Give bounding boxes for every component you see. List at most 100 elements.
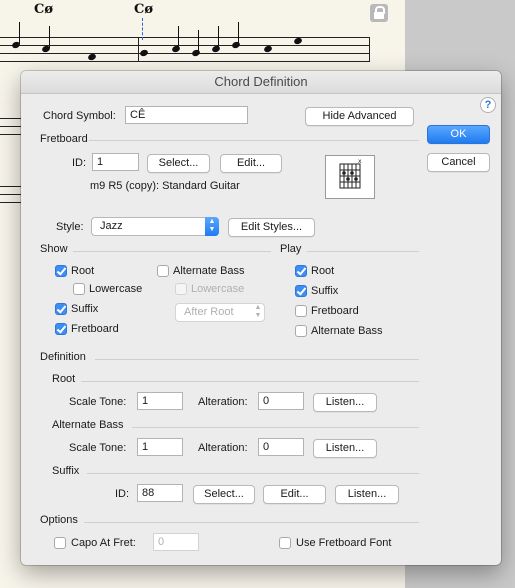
show-lowercase-checkbox[interactable] <box>73 283 85 295</box>
play-alternate-bass-checkbox[interactable] <box>295 325 307 337</box>
show-root-label: Root <box>71 265 95 277</box>
capo-at-fret-field[interactable]: 0 <box>153 533 199 551</box>
separator <box>84 522 419 523</box>
dialog-title: Chord Definition <box>21 71 501 94</box>
capo-at-fret-label: Capo At Fret: <box>71 537 136 549</box>
suffix-id-label: ID: <box>115 488 130 500</box>
root-scale-tone-field[interactable]: 1 <box>137 392 183 410</box>
lock-icon[interactable] <box>370 4 388 22</box>
show-fretboard-checkbox[interactable] <box>55 323 67 335</box>
score-chord-symbol[interactable]: Cø <box>134 2 153 17</box>
fretboard-edit-button[interactable]: Edit... <box>220 154 282 173</box>
svg-text:x: x <box>358 158 362 165</box>
definition-suffix-heading: Suffix <box>52 465 80 477</box>
staff-line <box>0 37 370 38</box>
show-root-checkbox[interactable] <box>55 265 67 277</box>
separator <box>73 251 271 252</box>
note[interactable] <box>263 44 273 54</box>
stem <box>19 22 20 44</box>
fretboard-heading: Fretboard <box>40 133 88 145</box>
show-heading: Show <box>40 243 68 255</box>
play-fretboard-checkbox[interactable] <box>295 305 307 317</box>
play-root-checkbox[interactable] <box>295 265 307 277</box>
capo-at-fret-checkbox[interactable] <box>54 537 66 549</box>
alternate-bass-scale-tone-label: Scale Tone: <box>69 442 127 454</box>
fretboard-diagram-icon: x <box>339 158 362 189</box>
style-popup[interactable]: Jazz ▲ ▼ <box>91 217 219 236</box>
chord-definition-dialog: Chord Definition ? Chord Symbol: CÊ Hide… <box>21 71 501 565</box>
root-scale-tone-label: Scale Tone: <box>69 396 127 408</box>
show-alt-lowercase-checkbox[interactable] <box>175 283 187 295</box>
alternate-bass-position-value: After Root <box>184 306 234 318</box>
play-alternate-bass-label: Alternate Bass <box>311 325 383 337</box>
definition-alternate-bass-heading: Alternate Bass <box>52 419 124 431</box>
play-suffix-checkbox[interactable] <box>295 285 307 297</box>
fretboard-id-label: ID: <box>72 157 87 169</box>
definition-root-heading: Root <box>52 373 76 385</box>
show-alternate-bass-checkbox[interactable] <box>157 265 169 277</box>
fretboard-id-field[interactable]: 1 <box>92 153 139 171</box>
staff-line <box>0 61 370 62</box>
barline <box>369 37 370 62</box>
stem <box>178 26 179 48</box>
staff-fragment <box>0 100 22 250</box>
staff-line <box>0 53 370 54</box>
suffix-edit-button[interactable]: Edit... <box>263 485 326 504</box>
chevron-updown-icon: ▲ ▼ <box>254 304 262 319</box>
separator <box>81 381 419 382</box>
alternate-bass-listen-button[interactable]: Listen... <box>313 439 377 458</box>
note[interactable] <box>211 44 221 54</box>
use-fretboard-font-label: Use Fretboard Font <box>296 537 392 549</box>
stem <box>49 26 50 48</box>
score-chord-symbol[interactable]: Cø <box>34 2 53 17</box>
barline <box>138 37 139 62</box>
help-icon[interactable]: ? <box>480 97 496 113</box>
note[interactable] <box>87 52 97 62</box>
edit-styles-button[interactable]: Edit Styles... <box>228 218 315 237</box>
use-fretboard-font-checkbox[interactable] <box>279 537 291 549</box>
separator <box>132 427 419 428</box>
show-alternate-bass-label: Alternate Bass <box>173 265 245 277</box>
show-fretboard-label: Fretboard <box>71 323 119 335</box>
show-suffix-label: Suffix <box>71 303 99 315</box>
chevron-updown-icon: ▲ ▼ <box>205 217 219 236</box>
alternate-bass-alteration-field[interactable]: 0 <box>258 438 304 456</box>
stem <box>238 22 239 44</box>
note[interactable] <box>171 44 181 54</box>
chord-symbol-field[interactable]: CÊ <box>125 106 248 124</box>
note[interactable] <box>139 48 149 58</box>
fretboard-diagram[interactable]: x <box>325 155 375 199</box>
fretboard-description: m9 R5 (copy): Standard Guitar <box>90 180 240 192</box>
chord-symbol-label: Chord Symbol: <box>43 110 116 122</box>
play-heading: Play <box>280 243 302 255</box>
show-suffix-checkbox[interactable] <box>55 303 67 315</box>
suffix-select-button[interactable]: Select... <box>193 485 255 504</box>
chord-attachment-line <box>142 18 143 40</box>
separator <box>87 473 419 474</box>
root-listen-button[interactable]: Listen... <box>313 393 377 412</box>
stem <box>218 26 219 48</box>
hide-advanced-button[interactable]: Hide Advanced <box>305 107 414 126</box>
separator <box>89 140 419 141</box>
play-suffix-label: Suffix <box>311 285 339 297</box>
suffix-listen-button[interactable]: Listen... <box>335 485 399 504</box>
staff-line <box>0 45 370 46</box>
root-alteration-field[interactable]: 0 <box>258 392 304 410</box>
note[interactable] <box>191 48 201 58</box>
suffix-id-field[interactable]: 88 <box>137 484 183 502</box>
cancel-button[interactable]: Cancel <box>427 153 490 172</box>
style-label: Style: <box>56 221 84 233</box>
alternate-bass-position-popup[interactable]: After Root ▲ ▼ <box>175 303 265 322</box>
alternate-bass-scale-tone-field[interactable]: 1 <box>137 438 183 456</box>
alternate-bass-alteration-label: Alteration: <box>198 442 248 454</box>
fretboard-select-button[interactable]: Select... <box>147 154 210 173</box>
note[interactable] <box>293 36 303 46</box>
definition-heading: Definition <box>40 351 86 363</box>
ok-button[interactable]: OK <box>427 125 490 144</box>
note[interactable] <box>231 40 241 50</box>
stem <box>198 30 199 52</box>
separator <box>307 251 419 252</box>
play-root-label: Root <box>311 265 335 277</box>
show-alt-lowercase-label: Lowercase <box>191 283 245 295</box>
separator <box>95 359 419 360</box>
